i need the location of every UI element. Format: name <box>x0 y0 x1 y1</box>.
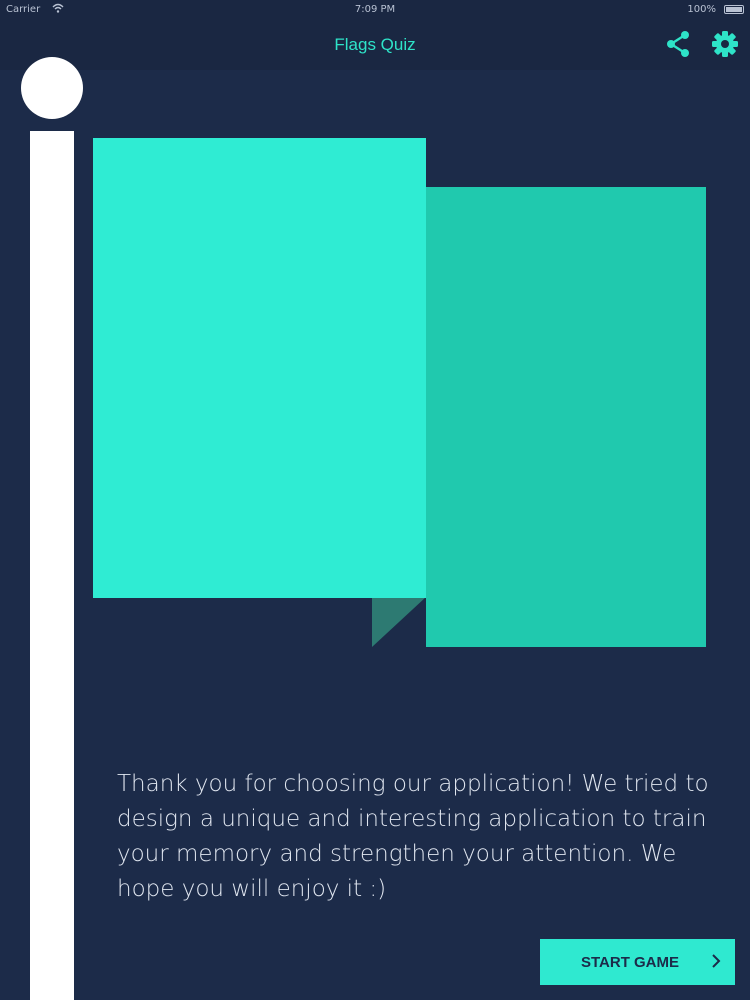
welcome-message: Thank you for choosing our application! … <box>117 771 709 902</box>
flag-front-panel <box>93 138 426 598</box>
share-icon[interactable] <box>664 30 692 58</box>
flagpole-top <box>21 57 83 119</box>
navigation-bar: Flags Quiz <box>0 20 750 70</box>
status-time: 7:09 PM <box>354 4 396 15</box>
flagpole <box>30 131 74 1000</box>
start-game-label: START GAME <box>580 954 680 971</box>
flag-back-panel <box>426 187 706 647</box>
flag-fold <box>372 597 426 647</box>
battery-icon <box>724 5 744 14</box>
gear-icon[interactable] <box>711 30 739 58</box>
status-bar: Carrier 7:09 PM 100% <box>0 0 750 20</box>
page-title: Flags Quiz <box>334 35 416 54</box>
chevron-right-icon <box>712 954 721 968</box>
start-game-button[interactable]: START GAME <box>540 939 735 985</box>
battery-percentage: 100% <box>687 4 716 15</box>
